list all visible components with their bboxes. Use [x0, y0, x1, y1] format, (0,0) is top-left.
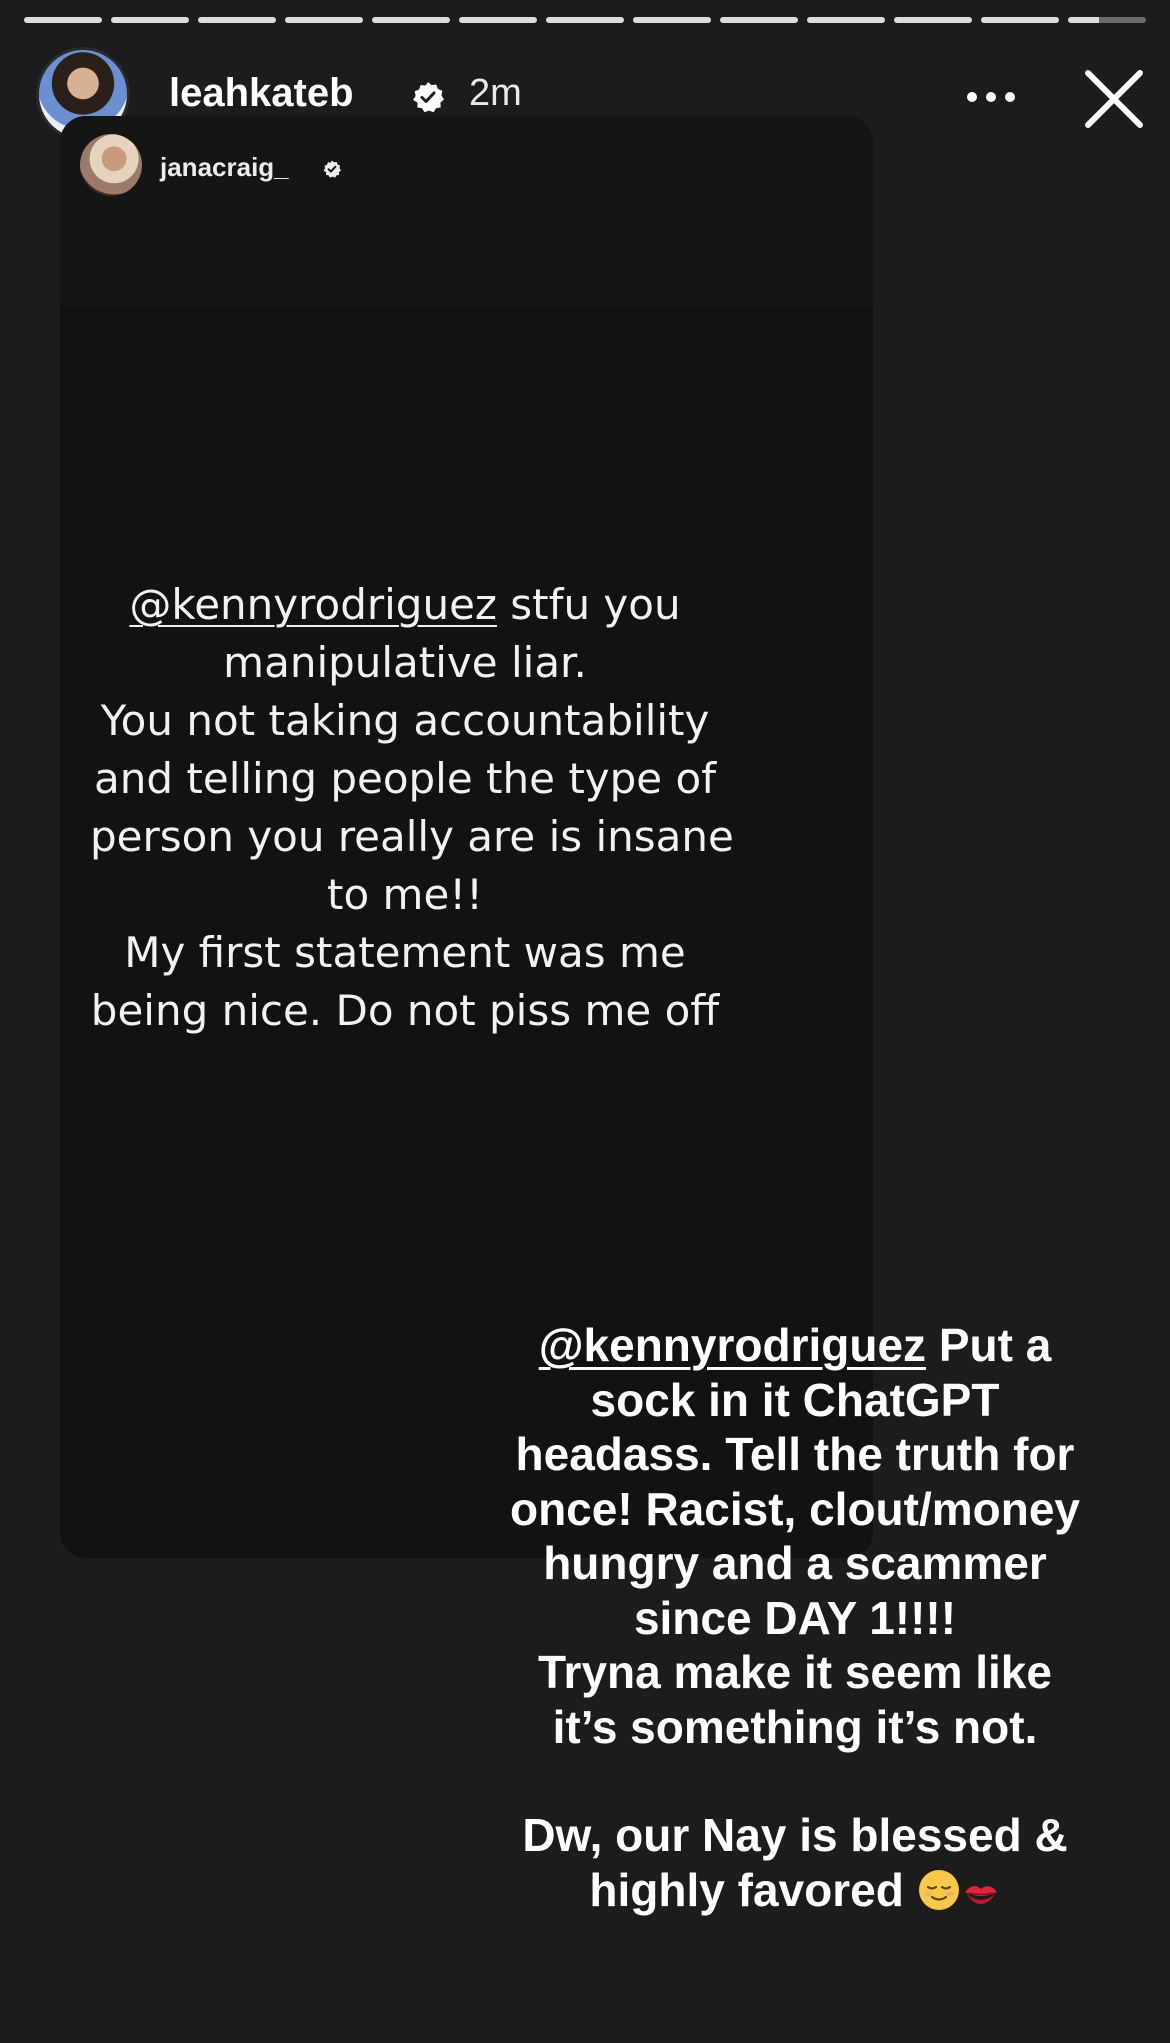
progress-segment [111, 17, 189, 23]
overlay-line-text: highly favored [589, 1863, 904, 1916]
progress-segment [24, 17, 102, 23]
overlay-line: Tryna make it seem like [538, 1646, 1052, 1698]
shared-author-avatar[interactable] [80, 134, 142, 196]
progress-segment [1068, 17, 1146, 23]
shared-post-line-text: stfu you [496, 580, 681, 629]
overlay-line-text: Put a [926, 1319, 1052, 1371]
shared-post-line: and telling people the type of [94, 754, 716, 803]
overlay-line: sock in it ChatGPT [590, 1373, 1000, 1426]
overlay-line: highly favored [470, 1863, 1120, 1918]
shared-post-line: person you really are is insane [90, 812, 734, 861]
author-username[interactable]: leahkateb [169, 71, 354, 116]
shared-post-line: manipulative liar. [223, 638, 587, 687]
overlay-line: since DAY 1!!!! [633, 1591, 957, 1644]
progress-segment [807, 17, 885, 23]
shared-post-text: @kennyrodriguez stfu you manipulative li… [90, 576, 734, 1040]
mention-link[interactable]: @kennyrodriguez [539, 1319, 926, 1371]
overlay-line: hungry and a scammer [543, 1537, 1047, 1589]
relieved-face-emoji-icon [918, 1869, 959, 1910]
progress-segment [546, 17, 624, 23]
overlay-line: @kennyrodriguez Put a [470, 1318, 1120, 1373]
progress-segment [633, 17, 711, 23]
shared-post-line: @kennyrodriguez stfu you [90, 576, 720, 634]
progress-segment [198, 17, 276, 23]
overlay-line: Dw, our Nay is blessed & [522, 1809, 1068, 1861]
overlay-spacer [470, 1754, 1120, 1808]
shared-post-line: My first statement was me [124, 928, 686, 977]
overlay-line: it’s something it’s not. [552, 1700, 1038, 1753]
shared-post-line: being nice. Do not piss me off [90, 986, 720, 1035]
mention-link[interactable]: @kennyrodriguez [129, 580, 497, 629]
kiss-mark-emoji-icon [964, 1885, 997, 1904]
shared-author-username[interactable]: janacraig_ [160, 152, 289, 183]
progress-segment [894, 17, 972, 23]
story-progress-bar [24, 17, 1146, 23]
post-time: 2m [469, 72, 522, 114]
progress-segment [981, 17, 1059, 23]
progress-segment [720, 17, 798, 23]
shared-post-line: You not taking accountability [100, 696, 710, 745]
shared-post-line: to me!! [327, 870, 483, 919]
card-header-shade [60, 116, 873, 306]
progress-segment [372, 17, 450, 23]
verified-badge-icon [413, 82, 444, 113]
progress-segment [285, 17, 363, 23]
close-icon[interactable] [1082, 67, 1146, 131]
overlay-line: once! Racist, clout/money [509, 1482, 1080, 1535]
progress-segment [459, 17, 537, 23]
verified-badge-icon [323, 160, 341, 178]
more-horizontal-icon[interactable] [966, 91, 1016, 103]
story-text-overlay[interactable]: @kennyrodriguez Put a sock in it ChatGPT… [470, 1318, 1120, 1917]
overlay-line: headass. Tell the truth for [515, 1428, 1075, 1480]
